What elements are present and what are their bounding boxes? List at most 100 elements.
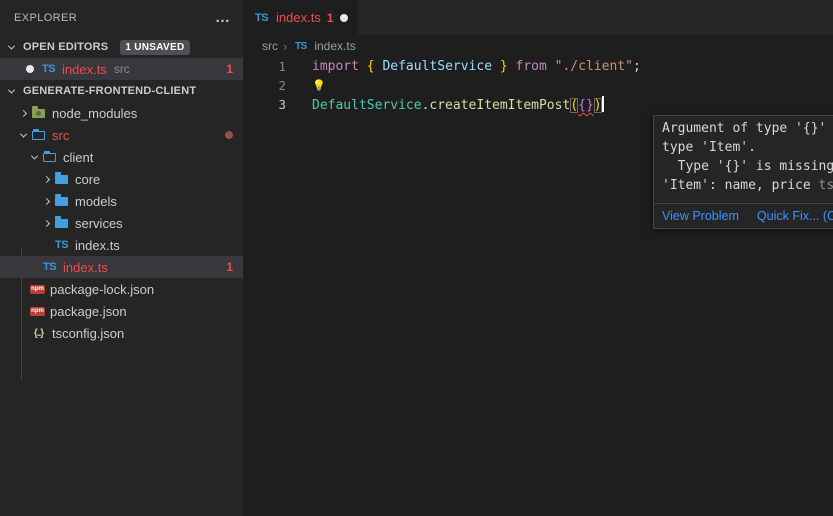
typescript-file-icon [253,10,270,26]
error-message-line: type 'Item'. [662,140,833,159]
code-line-3[interactable]: 3 DefaultService.createItemItemPost({}) [243,95,833,114]
tab-index-ts[interactable]: index.ts 1 [243,0,358,35]
tree-item-services[interactable]: services [0,212,243,234]
modified-dot-icon [225,131,233,139]
code-text: import { DefaultService } from "./client… [296,59,641,74]
chevron-right-icon[interactable] [39,172,53,186]
file-tree: node_modulessrc client core models services i… [0,102,243,344]
folder-icon [53,171,70,187]
code-line-1[interactable]: 1 import { DefaultService } from "./clie… [243,57,833,76]
chevron-down-icon[interactable] [16,128,30,142]
file-label: client [63,150,93,165]
tree-item-models[interactable]: models [0,190,243,212]
npm-file-icon [30,285,45,294]
tree-item-package-json[interactable]: package.json [0,300,243,322]
error-message-line: Argument of type '{}' is not assignable … [662,121,833,140]
breadcrumb: src › index.ts [243,35,833,57]
open-folder-icon [30,127,47,143]
line-number: 2 [243,78,296,93]
chevron-right-icon[interactable] [39,194,53,208]
tree-item-src[interactable]: src [0,124,243,146]
typescript-file-icon [40,61,57,77]
breadcrumb-separator-icon: › [283,39,287,54]
vscode-window: { "sidebar": { "header": { "title": "EXP… [0,0,833,516]
chevron-down-icon[interactable] [4,40,18,54]
tree-item-node-modules[interactable]: node_modules [0,102,243,124]
chevron-right-icon[interactable] [16,106,30,120]
typescript-file-icon [53,237,70,253]
code-text [296,78,326,93]
workspace-name-label: GENERATE-FRONTEND-CLIENT [23,85,196,97]
file-label: core [75,172,100,187]
lightbulb-icon[interactable] [312,79,326,92]
chevron-placeholder [16,326,30,340]
chevron-down-icon[interactable] [27,150,41,164]
open-folder-icon [41,149,58,165]
editor-area: index.ts 1 src › index.ts 1 import { Def… [243,0,833,516]
file-label: models [75,194,117,209]
folder-icon [53,215,70,231]
chevron-placeholder [39,238,53,252]
open-editor-file-label: index.ts [62,62,107,77]
file-label: tsconfig.json [52,326,124,341]
code-line-2[interactable]: 2 [243,76,833,95]
error-message-line: 'Item': name, price ts(2345) [662,178,833,197]
error-message: Argument of type '{}' is not assignable … [654,116,833,203]
modified-dot-icon[interactable] [26,65,34,73]
file-label: services [75,216,123,231]
explorer-sidebar: EXPLORER OPEN EDITORS 1 UNSAVED index.ts… [0,0,243,516]
file-label: index.ts [75,238,120,253]
typescript-file-icon [292,38,309,54]
text-cursor [602,96,604,112]
breadcrumb-folder[interactable]: src [262,39,278,53]
folder-icon [53,193,70,209]
tree-item-core[interactable]: core [0,168,243,190]
error-count-badge: 1 [226,62,233,76]
row-decorations: 1 [226,260,233,274]
node-modules-folder-icon [30,105,47,121]
line-number: 3 [243,97,296,112]
tab-title: index.ts [276,10,321,25]
row-decorations [225,131,233,139]
file-label: node_modules [52,106,137,121]
npm-file-icon [30,307,45,316]
chevron-placeholder [16,304,30,318]
json-file-icon [30,325,47,341]
open-editor-item-index-ts[interactable]: index.ts src 1 [0,58,243,80]
open-editor-folder-label: src [114,62,130,76]
explorer-title: EXPLORER [14,12,77,24]
workspace-section-header[interactable]: GENERATE-FRONTEND-CLIENT [0,80,243,102]
tree-item-tsconfig-json[interactable]: tsconfig.json [0,322,243,344]
open-editors-label: OPEN EDITORS [23,41,108,53]
breadcrumb-file[interactable]: index.ts [314,39,355,53]
chevron-down-icon[interactable] [4,84,18,98]
error-squiggle: {} [578,98,594,113]
tab-error-count: 1 [327,11,334,25]
error-hover-tooltip: Argument of type '{}' is not assignable … [653,115,833,229]
hover-actions: View Problem Quick Fix... (Ctrl+.) [654,203,833,228]
tree-item-index-ts[interactable]: index.ts 1 [0,256,243,278]
typescript-file-icon [41,259,58,275]
code-text: DefaultService.createItemItemPost({}) [296,96,604,113]
view-problem-link[interactable]: View Problem [662,209,739,223]
code-editor: 1 import { DefaultService } from "./clie… [243,57,833,114]
explorer-header: EXPLORER [0,0,243,36]
tree-item-client[interactable]: client [0,146,243,168]
line-number: 1 [243,59,296,74]
open-editors-section[interactable]: OPEN EDITORS 1 UNSAVED [0,36,243,58]
tree-item-package-lock-json[interactable]: package-lock.json [0,278,243,300]
chevron-right-icon[interactable] [39,216,53,230]
unsaved-dot-icon[interactable] [340,14,348,22]
error-message-line: Type '{}' is missing the following prope… [662,159,833,178]
tree-item-index-ts[interactable]: index.ts [0,234,243,256]
more-actions-icon[interactable] [215,13,231,23]
chevron-placeholder [16,282,30,296]
file-label: package-lock.json [50,282,154,297]
error-count-badge: 1 [226,260,233,274]
chevron-placeholder [27,260,41,274]
file-label: src [52,128,69,143]
quick-fix-link[interactable]: Quick Fix... (Ctrl+.) [757,209,833,223]
file-label: package.json [50,304,127,319]
file-label: index.ts [63,260,108,275]
error-code: ts(2345) [819,178,833,193]
